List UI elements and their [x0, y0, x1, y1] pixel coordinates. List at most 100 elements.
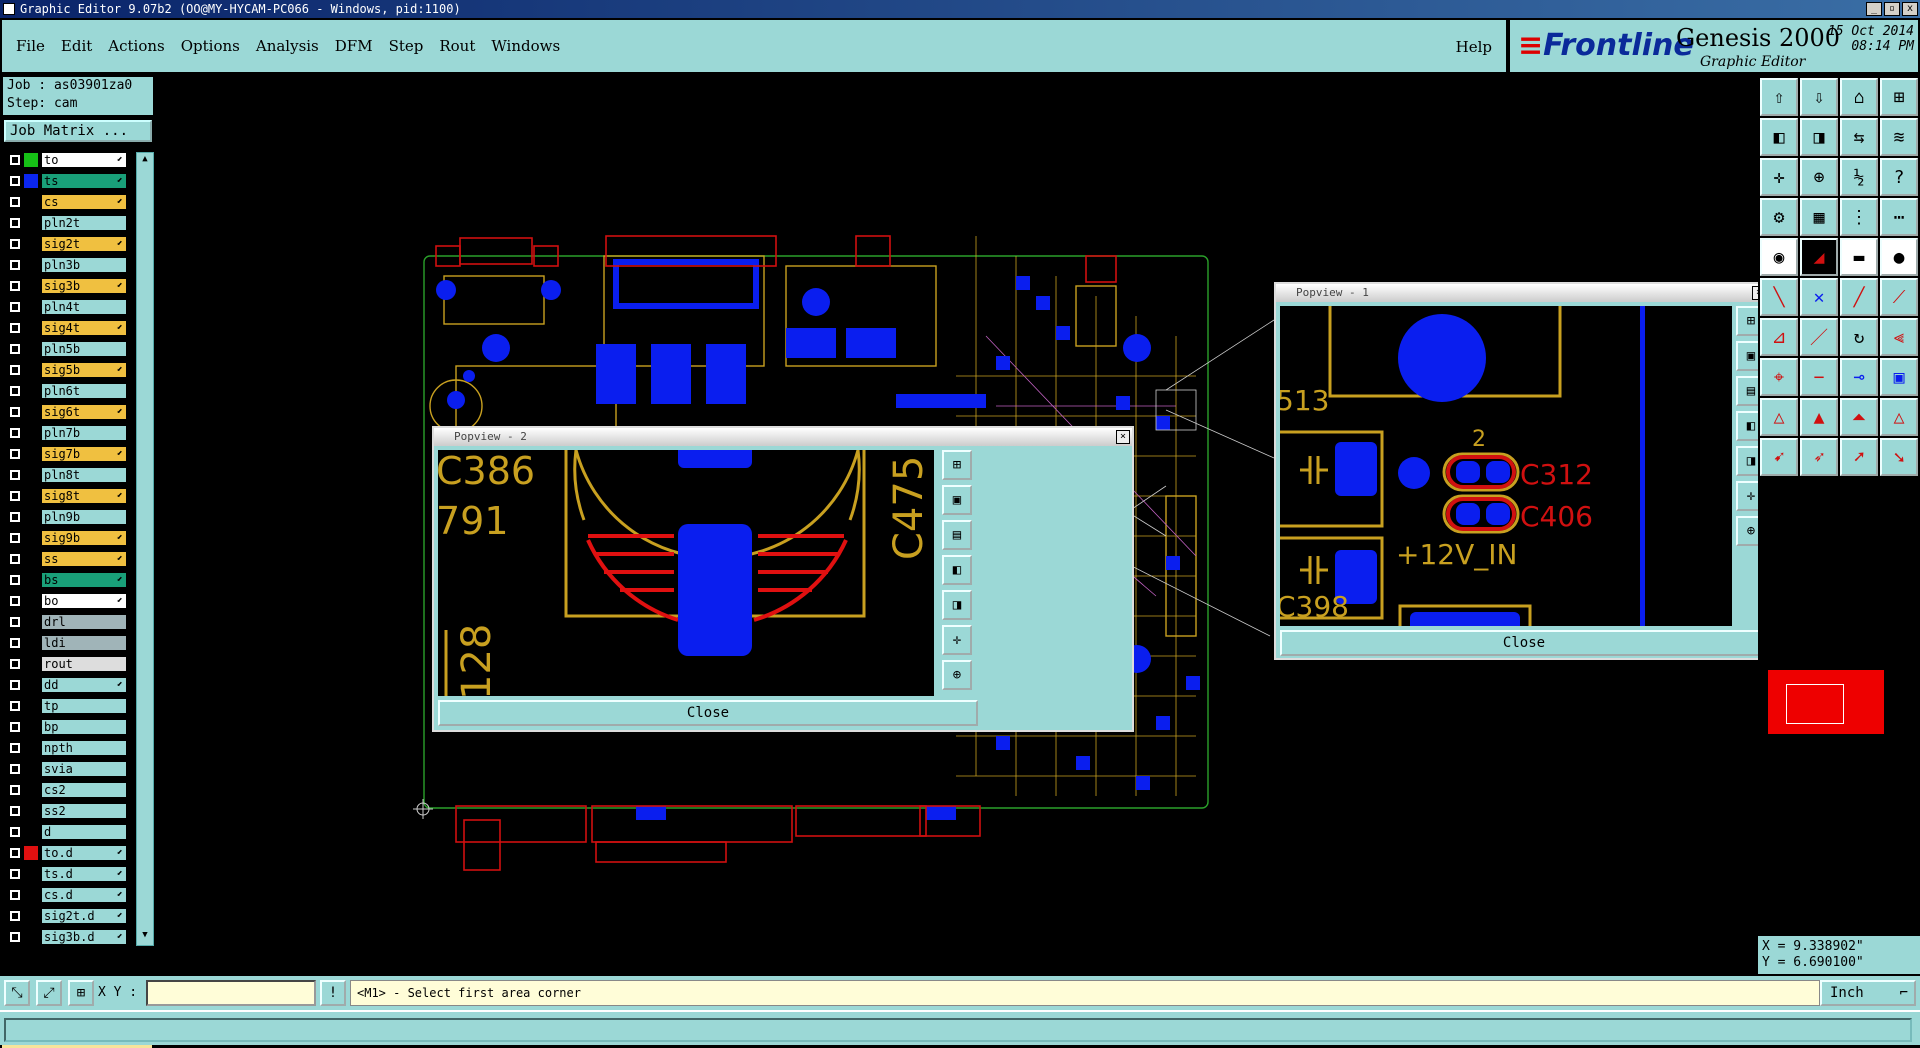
layer-checkbox[interactable]: [10, 890, 20, 900]
zoom-prev-icon[interactable]: ◧: [942, 555, 972, 585]
layer-color-swatch[interactable]: [24, 594, 38, 608]
layer-name[interactable]: to.d ⬋: [42, 846, 126, 860]
layer-checkbox[interactable]: [10, 743, 20, 753]
layer-checkbox[interactable]: [10, 554, 20, 564]
point-icon[interactable]: ⌖: [1760, 358, 1798, 396]
layer-name[interactable]: d: [42, 825, 126, 839]
layer-checkbox[interactable]: [10, 407, 20, 417]
layer-checkbox[interactable]: [10, 680, 20, 690]
layer-checkbox[interactable]: [10, 785, 20, 795]
layer-color-swatch[interactable]: [24, 468, 38, 482]
menu-step[interactable]: Step: [389, 37, 424, 55]
layer-color-swatch[interactable]: [24, 426, 38, 440]
layer-name[interactable]: bo ⬋: [42, 594, 126, 608]
layer-row[interactable]: sig2t ⬋: [4, 236, 126, 252]
layer-row[interactable]: sig5b ⬋: [4, 362, 126, 378]
layer-checkbox[interactable]: [10, 911, 20, 921]
layer-row[interactable]: ldi: [4, 635, 126, 651]
layer-name[interactable]: pln3b: [42, 258, 126, 272]
layer-checkbox[interactable]: [10, 848, 20, 858]
layer-color-swatch[interactable]: [24, 258, 38, 272]
layer-name[interactable]: pln4t: [42, 300, 126, 314]
menu-file[interactable]: File: [16, 37, 45, 55]
layer-checkbox[interactable]: [10, 575, 20, 585]
layer-color-swatch[interactable]: [24, 573, 38, 587]
pointer3-icon[interactable]: ➚: [1840, 438, 1878, 476]
table-icon[interactable]: ▦: [1800, 198, 1838, 236]
layer-name[interactable]: pln2t: [42, 216, 126, 230]
layer-row[interactable]: pln6t: [4, 383, 126, 399]
layer-row[interactable]: ss2: [4, 803, 126, 819]
layer-checkbox[interactable]: [10, 386, 20, 396]
cross-icon[interactable]: ✕: [1800, 278, 1838, 316]
layer-color-swatch[interactable]: [24, 279, 38, 293]
tri3-icon[interactable]: ⏶: [1840, 398, 1878, 436]
edit-line-icon[interactable]: ／: [1800, 318, 1838, 356]
layer-color-swatch[interactable]: [24, 636, 38, 650]
layer-checkbox[interactable]: [10, 827, 20, 837]
layer-scrollbar[interactable]: ▲ ▼: [136, 152, 154, 946]
layer-checkbox[interactable]: [10, 806, 20, 816]
layer-name[interactable]: pln8t: [42, 468, 126, 482]
save-icon[interactable]: ⇩: [1800, 78, 1838, 116]
add-line-icon[interactable]: ╲: [1760, 278, 1798, 316]
layer-name[interactable]: sig6t ⬋: [42, 405, 126, 419]
layer-row[interactable]: sig8t ⬋: [4, 488, 126, 504]
layer-color-swatch[interactable]: [24, 867, 38, 881]
layer-name[interactable]: ldi: [42, 636, 126, 650]
layer-name[interactable]: sig3b ⬋: [42, 279, 126, 293]
center-icon[interactable]: ✛: [942, 625, 972, 655]
layer-color-swatch[interactable]: [24, 552, 38, 566]
layer-color-swatch[interactable]: [24, 825, 38, 839]
scale-icon[interactable]: ½: [1840, 158, 1878, 196]
menu-rout[interactable]: Rout: [439, 37, 475, 55]
layer-name[interactable]: npth: [42, 741, 126, 755]
layer-name[interactable]: sig2t ⬋: [42, 237, 126, 251]
layer-color-swatch[interactable]: [24, 741, 38, 755]
layer-row[interactable]: sig4t ⬋: [4, 320, 126, 336]
layer-name[interactable]: to ⬋: [42, 153, 126, 167]
layer-color-swatch[interactable]: [24, 237, 38, 251]
layer-checkbox[interactable]: [10, 281, 20, 291]
layer-row[interactable]: to ⬋: [4, 152, 126, 168]
layer-checkbox[interactable]: [10, 638, 20, 648]
layer-checkbox[interactable]: [10, 344, 20, 354]
layer-checkbox[interactable]: [10, 323, 20, 333]
layer-row[interactable]: pln3b: [4, 257, 126, 273]
layer-color-swatch[interactable]: [24, 447, 38, 461]
command-input[interactable]: [4, 1018, 1912, 1042]
layer-checkbox[interactable]: [10, 470, 20, 480]
slope-icon[interactable]: ⊿: [1760, 318, 1798, 356]
zoom-in-icon[interactable]: ▣: [942, 485, 972, 515]
job-matrix-button[interactable]: Job Matrix ...: [4, 120, 152, 142]
layer-checkbox[interactable]: [10, 617, 20, 627]
layer-row[interactable]: sig3b.d ⬋: [4, 929, 126, 945]
layer-color-swatch[interactable]: [24, 174, 38, 188]
layer-checkbox[interactable]: [10, 722, 20, 732]
layer-name[interactable]: sig3b.d ⬋: [42, 930, 126, 944]
route-icon[interactable]: ⋯: [1880, 198, 1918, 236]
area-mode-icon[interactable]: ⤢: [36, 980, 62, 1006]
layer-color-swatch[interactable]: [24, 342, 38, 356]
popview-2-close-icon[interactable]: ×: [1116, 430, 1130, 444]
overview-viewport[interactable]: [1786, 684, 1844, 724]
diag-icon[interactable]: ╱: [1840, 278, 1878, 316]
net-icon[interactable]: ⋮: [1840, 198, 1878, 236]
layer-row[interactable]: sig7b ⬋: [4, 446, 126, 462]
query-icon[interactable]: ?: [1880, 158, 1918, 196]
menu-dfm[interactable]: DFM: [335, 37, 373, 55]
pointer4-icon[interactable]: ➘: [1880, 438, 1918, 476]
pan-icon[interactable]: ⊕: [942, 660, 972, 690]
box-icon[interactable]: ▣: [1880, 358, 1918, 396]
layer-color-swatch[interactable]: [24, 678, 38, 692]
connect-icon[interactable]: ⊸: [1840, 358, 1878, 396]
layer-color-swatch[interactable]: [24, 405, 38, 419]
layer-color-swatch[interactable]: [24, 930, 38, 944]
layer-color-swatch[interactable]: [24, 153, 38, 167]
layer-checkbox[interactable]: [10, 239, 20, 249]
layer-checkbox[interactable]: [10, 449, 20, 459]
layer-row[interactable]: dd ⬋: [4, 677, 126, 693]
layer-name[interactable]: bs ⬋: [42, 573, 126, 587]
menu-help[interactable]: Help: [1456, 38, 1492, 56]
layer-checkbox[interactable]: [10, 155, 20, 165]
